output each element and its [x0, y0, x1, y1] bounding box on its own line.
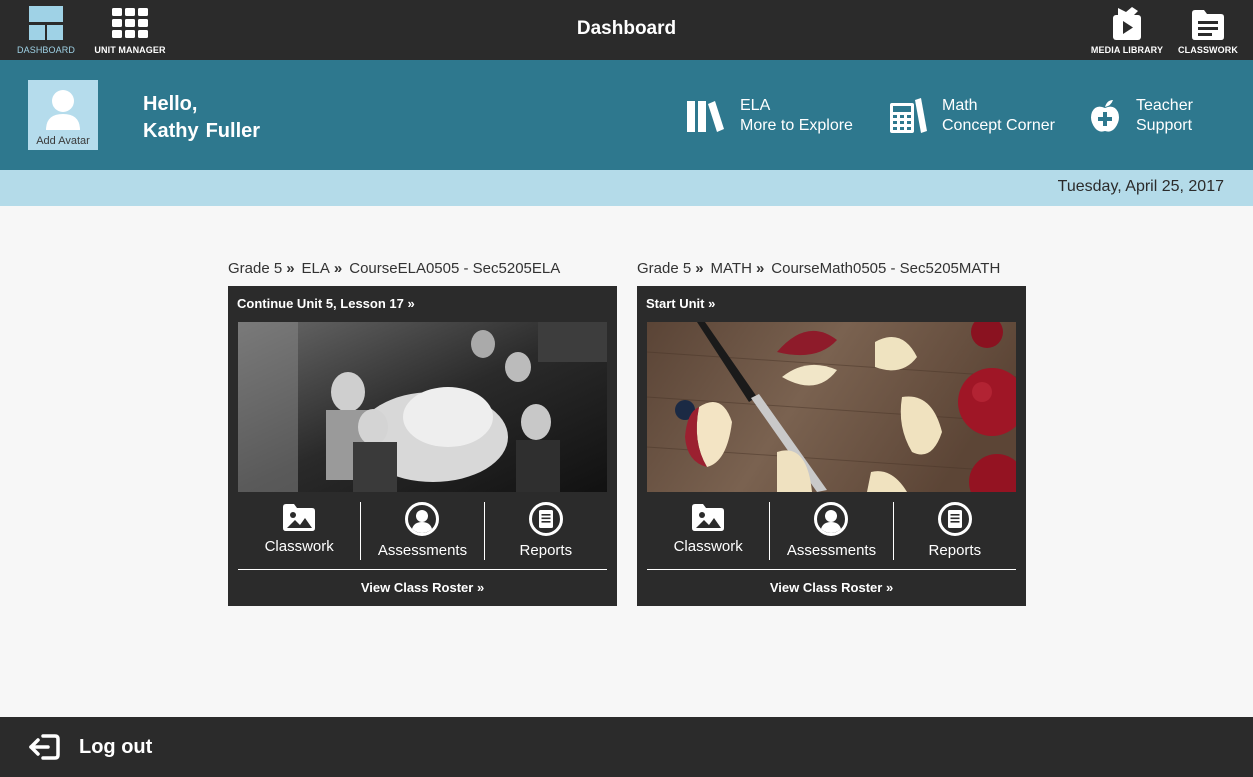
continue-lesson-label: Continue Unit 5, Lesson 17	[237, 296, 404, 311]
teacher-support-link[interactable]: Teacher Support	[1088, 96, 1193, 136]
divider	[238, 569, 607, 570]
logout-button[interactable]: Log out	[29, 733, 152, 761]
media-library-icon	[1113, 7, 1141, 40]
add-avatar-label: Add Avatar	[36, 135, 90, 147]
greeting: Hello, Kathy Fuller	[143, 91, 260, 145]
start-unit-label: Start Unit	[646, 296, 705, 311]
classwork-folder-icon	[1192, 10, 1224, 40]
welcome-header: Add Avatar Hello, Kathy Fuller ELA More t…	[0, 60, 1253, 170]
teacher-link-line1: Teacher	[1136, 97, 1193, 114]
reports-label: Reports	[928, 542, 982, 559]
nav-classwork-label: CLASSWORK	[1178, 45, 1238, 55]
chevron-right-icon: »	[695, 260, 704, 277]
course-card: Continue Unit 5, Lesson 17 » Classwork A…	[228, 286, 617, 606]
document-circle-icon	[528, 502, 563, 536]
assessments-label: Assessments	[377, 542, 468, 559]
view-class-roster-label: View Class Roster	[360, 580, 474, 595]
document-circle-icon	[937, 502, 972, 536]
continue-lesson-link[interactable]: Continue Unit 5, Lesson 17 »	[237, 296, 415, 311]
course-actions: Classwork Assessments Reports	[238, 502, 607, 560]
apple-plus-icon	[1091, 100, 1119, 132]
user-last-name: Fuller	[205, 120, 261, 142]
person-circle-icon	[814, 502, 849, 536]
nav-classwork[interactable]: CLASSWORK	[1176, 0, 1240, 60]
classwork-button[interactable]: Classwork	[238, 502, 362, 560]
reports-button[interactable]: Reports	[485, 502, 607, 560]
course-card-math: Grade 5» MATH» CourseMath0505 - Sec5205MAT…	[637, 260, 1026, 606]
chevron-right-icon: »	[755, 260, 765, 277]
breadcrumb-course[interactable]: CourseELA0505 - Sec5205ELA	[349, 260, 560, 277]
chevron-right-icon: »	[476, 580, 485, 595]
current-date: Tuesday, April 25, 2017	[1057, 178, 1224, 195]
math-link-line1: Math	[942, 97, 978, 114]
teacher-link-line2: Support	[1136, 117, 1193, 134]
page-title: Dashboard	[576, 18, 677, 39]
assessments-label: Assessments	[786, 542, 877, 559]
date-bar: Tuesday, April 25, 2017	[0, 170, 1253, 206]
classwork-label: Classwork	[673, 538, 743, 555]
reports-button[interactable]: Reports	[894, 502, 1016, 560]
breadcrumb: Grade 5» MATH» CourseMath0505 - Sec5205MAT…	[637, 260, 1026, 286]
view-class-roster-link[interactable]: View Class Roster »	[228, 580, 617, 595]
nav-unit-manager-label: UNIT MANAGER	[94, 45, 166, 55]
view-class-roster-label: View Class Roster	[769, 580, 883, 595]
reports-label: Reports	[519, 542, 573, 559]
image-folder-icon	[283, 504, 316, 531]
dashboard-icon	[29, 6, 63, 40]
user-name: Kathy Fuller	[143, 118, 260, 145]
assessments-button[interactable]: Assessments	[361, 502, 485, 560]
nav-media-library[interactable]: MEDIA LIBRARY	[1088, 0, 1166, 60]
course-actions: Classwork Assessments Reports	[647, 502, 1016, 560]
logout-icon	[29, 734, 60, 760]
breadcrumb-grade[interactable]: Grade 5	[228, 260, 282, 277]
math-link-line2: Concept Corner	[942, 117, 1055, 134]
chevron-right-icon: »	[708, 296, 716, 311]
breadcrumb-course[interactable]: CourseMath0505 - Sec5205MATH	[771, 260, 1000, 277]
greeting-hello: Hello,	[143, 93, 198, 115]
ela-link-line2: More to Explore	[740, 117, 853, 134]
nav-dashboard-label: DASHBOARD	[17, 45, 75, 55]
start-unit-link[interactable]: Start Unit »	[646, 296, 715, 311]
chevron-right-icon: »	[407, 296, 415, 311]
classwork-button[interactable]: Classwork	[647, 502, 771, 560]
math-concept-corner-link[interactable]: Math Concept Corner	[888, 96, 1055, 136]
nav-unit-manager[interactable]: UNIT MANAGER	[92, 0, 168, 60]
user-first-name: Kathy	[143, 120, 199, 142]
breadcrumb: Grade 5» ELA» CourseELA0505 - Sec5205ELA	[228, 260, 617, 286]
ela-link-line1: ELA	[740, 97, 771, 114]
course-card-ela: Grade 5» ELA» CourseELA0505 - Sec5205ELA C…	[228, 260, 617, 606]
person-circle-icon	[405, 502, 440, 536]
chevron-right-icon: »	[333, 260, 343, 277]
top-bar: DASHBOARD UNIT MANAGER Dashboard MEDIA L…	[0, 0, 1253, 60]
footer-bar: Log out	[0, 717, 1253, 777]
breadcrumb-subject[interactable]: ELA	[302, 260, 330, 277]
course-thumbnail[interactable]	[647, 322, 1016, 492]
chevron-right-icon: »	[885, 580, 894, 595]
grid-icon	[112, 8, 148, 38]
divider	[647, 569, 1016, 570]
nav-dashboard[interactable]: DASHBOARD	[14, 0, 78, 60]
assessments-button[interactable]: Assessments	[770, 502, 894, 560]
logout-label: Log out	[79, 735, 153, 758]
breadcrumb-subject[interactable]: MATH	[711, 260, 752, 277]
historic-photo-image	[238, 322, 607, 492]
books-icon	[687, 101, 724, 132]
course-thumbnail[interactable]	[238, 322, 607, 492]
nav-media-library-label: MEDIA LIBRARY	[1090, 45, 1164, 55]
view-class-roster-link[interactable]: View Class Roster »	[637, 580, 1026, 595]
breadcrumb-grade[interactable]: Grade 5	[637, 260, 691, 277]
apples-image	[647, 322, 1016, 492]
person-icon	[46, 90, 80, 130]
ela-more-to-explore-link[interactable]: ELA More to Explore	[686, 96, 853, 136]
classwork-label: Classwork	[264, 538, 334, 555]
course-card: Start Unit » Classwork Assessments Repor…	[637, 286, 1026, 606]
add-avatar-button[interactable]: Add Avatar	[28, 80, 98, 150]
chevron-right-icon: »	[286, 260, 295, 277]
calculator-icon	[890, 98, 927, 133]
image-folder-icon	[692, 504, 725, 531]
